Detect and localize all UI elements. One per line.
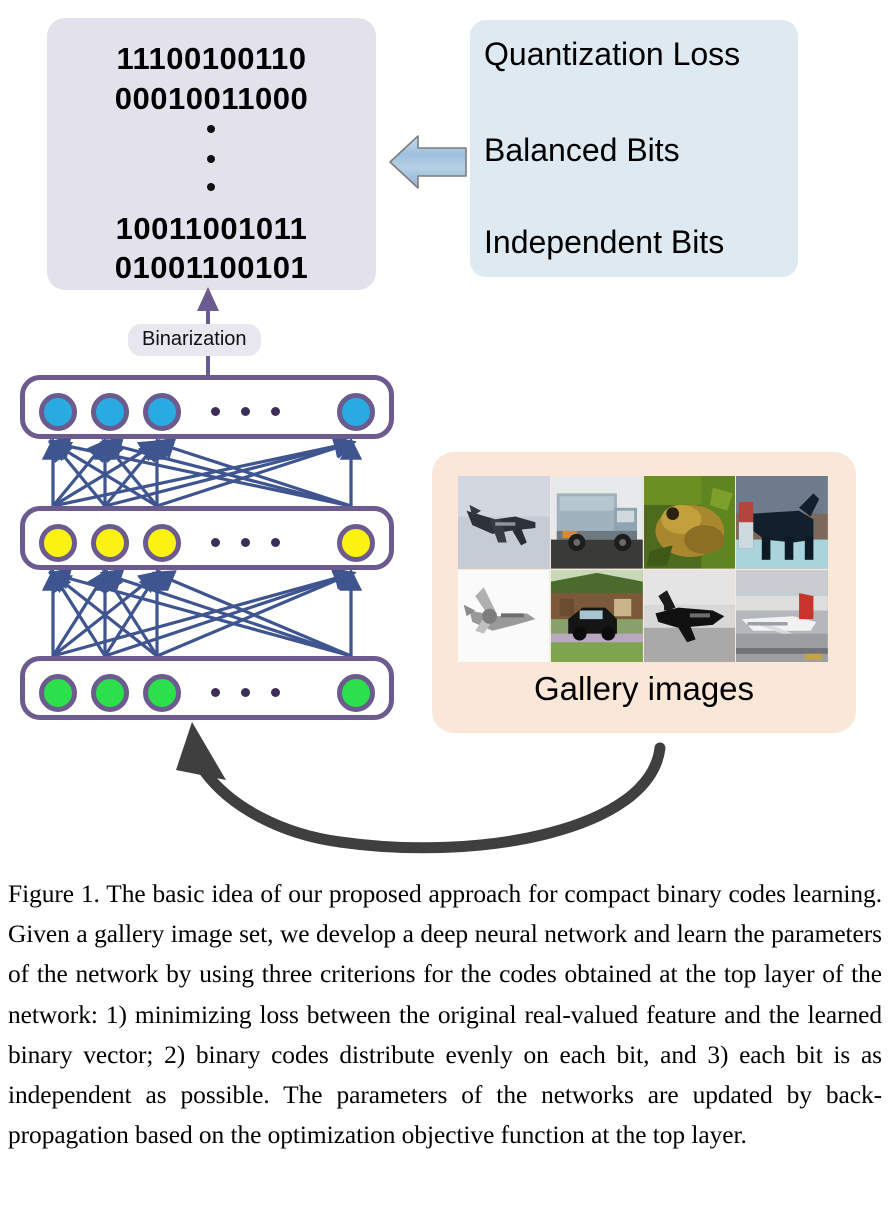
hidden-node (91, 524, 129, 562)
gallery-thumbnail (736, 569, 828, 662)
input-node (91, 674, 129, 712)
layer-ellipsis-dot (211, 407, 220, 416)
gallery-thumbnail (643, 476, 736, 569)
gallery-thumbnail (643, 569, 736, 662)
gallery-thumbnail (458, 569, 550, 662)
gallery-thumbnail (550, 476, 643, 569)
figure-caption: Figure 1. The basic idea of our proposed… (8, 880, 882, 1150)
gallery-thumbnail-grid (458, 476, 828, 662)
input-node (337, 674, 375, 712)
hidden-node (337, 524, 375, 562)
layer-ellipsis-dot (241, 538, 250, 547)
output-node (39, 393, 77, 431)
gallery-thumbnail (736, 476, 828, 569)
gallery-thumbnail (458, 476, 550, 569)
figure-diagram: 11100100110 00010011000 10011001011 0100… (0, 0, 890, 866)
hidden-node (39, 524, 77, 562)
layer-ellipsis-dot (241, 407, 250, 416)
gallery-images-panel: Gallery images (432, 452, 856, 733)
input-node (39, 674, 77, 712)
layer-ellipsis-dot (271, 538, 280, 547)
layer-ellipsis-dot (241, 688, 250, 697)
network-layer-output (20, 375, 394, 439)
gallery-thumbnail (550, 569, 643, 662)
layer-ellipsis-dot (211, 538, 220, 547)
output-node (337, 393, 375, 431)
layer-ellipsis-dot (271, 688, 280, 697)
gallery-images-label: Gallery images (533, 670, 755, 707)
output-node (91, 393, 129, 431)
hidden-node (143, 524, 181, 562)
output-node (143, 393, 181, 431)
network-layer-input (20, 656, 394, 720)
network-layer-hidden (20, 506, 394, 570)
input-node (143, 674, 181, 712)
layer-ellipsis-dot (271, 407, 280, 416)
feedback-arrow-icon (176, 722, 666, 854)
layer-ellipsis-dot (211, 688, 220, 697)
